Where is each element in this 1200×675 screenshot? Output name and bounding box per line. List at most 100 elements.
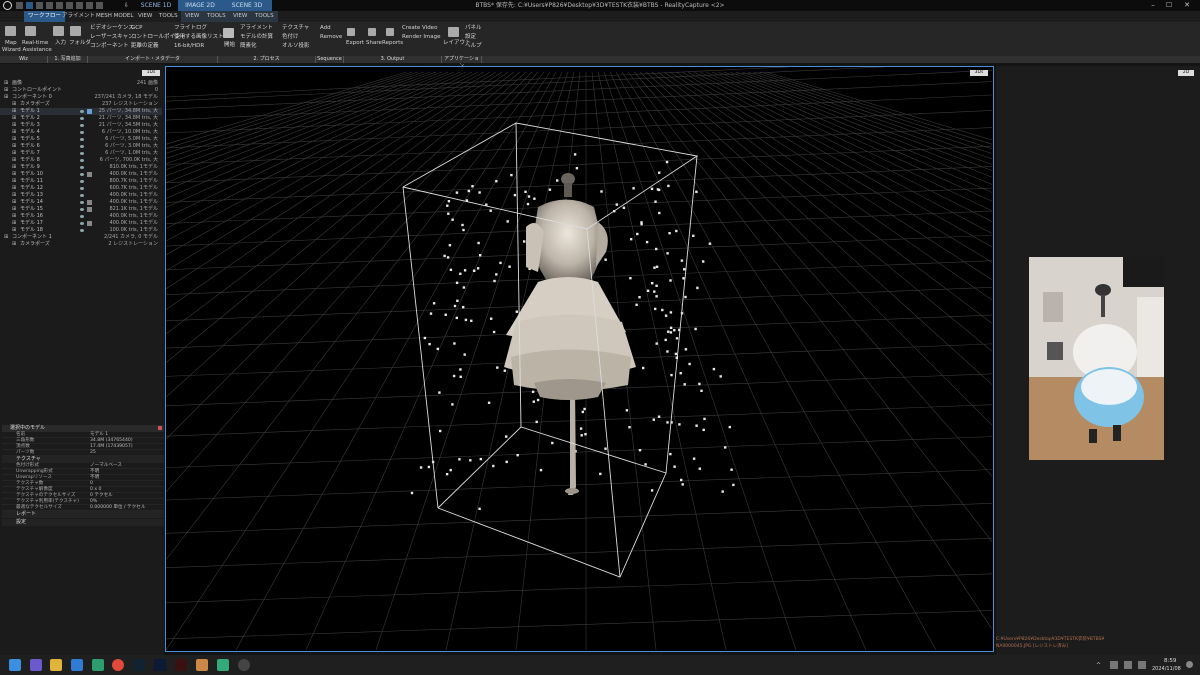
- folder-icon[interactable]: [70, 26, 81, 36]
- clock-date[interactable]: 2024/11/08: [1152, 666, 1181, 672]
- expand-icon[interactable]: ⊞: [12, 101, 16, 108]
- expand-icon[interactable]: ⊞: [12, 185, 16, 192]
- tree-row[interactable]: ⊞ モデル 1 25 パーツ, 34.8M tris, 大: [0, 108, 162, 115]
- realtime-label[interactable]: Real-time: [22, 40, 48, 47]
- viewport-canvas[interactable]: [166, 67, 992, 650]
- tree-row[interactable]: ⊞ モデル 5 6 パーツ, 5.0M tris, 大: [0, 136, 162, 143]
- visibility-eye-icon[interactable]: [80, 145, 84, 148]
- expand-icon[interactable]: ⊞: [12, 122, 16, 129]
- network-icon[interactable]: [1124, 661, 1132, 669]
- tree-row[interactable]: ⊞ コンポーネント 0 237/241 カメラ, 18 モデル: [0, 94, 162, 101]
- hdr-button[interactable]: 16-bit/HDR: [174, 43, 204, 50]
- expand-icon[interactable]: ⊞: [12, 213, 16, 220]
- tab-view-2[interactable]: VIEW: [181, 11, 204, 22]
- expand-icon[interactable]: ⊞: [12, 129, 16, 136]
- maximize-button[interactable]: ☐: [1162, 0, 1176, 11]
- render-image-button[interactable]: Render Image: [402, 34, 441, 41]
- ortho-projection-button[interactable]: オルソ投影: [282, 43, 310, 50]
- visibility-eye-icon[interactable]: [80, 187, 84, 190]
- expand-icon[interactable]: ⊞: [12, 164, 16, 171]
- tree-row[interactable]: ⊞ モデル 16 400.0K tris, 1モデル: [0, 213, 162, 220]
- visibility-eye-icon[interactable]: [80, 159, 84, 162]
- visibility-eye-icon[interactable]: [80, 166, 84, 169]
- realtime-icon[interactable]: [25, 26, 36, 36]
- tree-row[interactable]: ⊞ モデル 2 21 パーツ, 34.8M tris, 大: [0, 115, 162, 122]
- simplify-button[interactable]: 簡素化: [240, 43, 257, 50]
- reports-icon[interactable]: [386, 28, 394, 36]
- visibility-eye-icon[interactable]: [80, 124, 84, 127]
- input-button[interactable]: 入力: [55, 40, 66, 47]
- expand-icon[interactable]: ⊞: [12, 136, 16, 143]
- tab-tools-1[interactable]: TOOLS: [155, 11, 182, 22]
- tab-view-3[interactable]: VIEW: [229, 11, 252, 22]
- realitycapture-taskbar-icon[interactable]: [238, 659, 250, 671]
- chrome-icon[interactable]: [112, 659, 124, 671]
- panel-button[interactable]: パネル: [465, 25, 482, 32]
- tree-row[interactable]: ⊞ モデル 12 600.7K tris, 1モデル: [0, 185, 162, 192]
- report-section-header[interactable]: レポート: [2, 511, 164, 518]
- visibility-eye-icon[interactable]: [80, 222, 84, 225]
- panel-badge-1ds[interactable]: 1Ds: [142, 70, 160, 76]
- settings-section-header[interactable]: 設定: [2, 519, 164, 526]
- map-label[interactable]: Map: [5, 40, 17, 47]
- visibility-eye-icon[interactable]: [80, 152, 84, 155]
- laser-scan-button[interactable]: レーザースキャン: [90, 34, 134, 41]
- tree-row[interactable]: ⊞ カメラポーズ 2 レジストレーション: [0, 241, 162, 248]
- visibility-eye-icon[interactable]: [80, 194, 84, 197]
- flight-log-button[interactable]: フライトログ: [174, 25, 207, 32]
- tree-row[interactable]: ⊞ モデル 14 400.0K tris, 1モデル: [0, 199, 162, 206]
- tree-row[interactable]: ⊞ コンポーネント 1 2/241 カメラ, 0 モデル: [0, 234, 162, 241]
- expand-icon[interactable]: ⊞: [12, 227, 16, 234]
- map-icon[interactable]: [5, 26, 16, 36]
- folder-button[interactable]: フォルダ: [69, 40, 91, 47]
- tree-row[interactable]: ⊞ カメラポーズ 237 レジストレーション: [0, 101, 162, 108]
- expand-icon[interactable]: ⊞: [4, 80, 8, 87]
- calculate-model-button[interactable]: モデルの計算: [240, 34, 273, 41]
- expand-icon[interactable]: ⊞: [12, 199, 16, 206]
- tree-row[interactable]: ⊞ モデル 11 800.7K tris, 1モデル: [0, 178, 162, 185]
- start-icon[interactable]: [223, 28, 234, 38]
- expand-icon[interactable]: ⊞: [12, 171, 16, 178]
- tab-tools-3[interactable]: TOOLS: [251, 11, 278, 22]
- tree-row[interactable]: ⊞ モデル 18 100.0K tris, 1モデル: [0, 227, 162, 234]
- edge-alt-icon[interactable]: [92, 659, 104, 671]
- expand-icon[interactable]: ⊞: [12, 206, 16, 213]
- input-icon[interactable]: [53, 26, 64, 36]
- settings-button[interactable]: 設定: [465, 34, 476, 41]
- tree-row[interactable]: ⊞ モデル 3 21 パーツ, 34.5M tris, 大: [0, 122, 162, 129]
- tree-row[interactable]: ⊞ コントロールポイント 0: [0, 87, 162, 94]
- lightroom-icon[interactable]: [133, 659, 145, 671]
- photos-icon[interactable]: [217, 659, 229, 671]
- remove-button[interactable]: Remove: [320, 34, 342, 41]
- share-icon[interactable]: [368, 28, 376, 36]
- tab-mesh-model[interactable]: MESH MODEL: [92, 11, 137, 22]
- volume-icon[interactable]: [1138, 661, 1146, 669]
- illustrator-icon[interactable]: [175, 659, 187, 671]
- notification-icon[interactable]: [1186, 661, 1193, 668]
- visibility-eye-icon[interactable]: [80, 229, 84, 232]
- tree-row[interactable]: ⊞ モデル 8 6 パーツ, 700.0K tris, 大: [0, 157, 162, 164]
- export-icon[interactable]: [347, 28, 355, 36]
- expand-icon[interactable]: ⊞: [12, 220, 16, 227]
- start-menu-icon[interactable]: [9, 659, 21, 671]
- close-button[interactable]: ✕: [1180, 0, 1194, 11]
- file-explorer-icon[interactable]: [50, 659, 62, 671]
- tree-row[interactable]: ⊞ モデル 7 6 パーツ, 1.0M tris, 大: [0, 150, 162, 157]
- component-button[interactable]: コンポーネント: [90, 43, 129, 50]
- alignment-button[interactable]: アライメント: [240, 25, 273, 32]
- texture-section-header[interactable]: テクスチャ: [2, 456, 164, 463]
- reports-button[interactable]: Reports: [382, 40, 403, 47]
- clock-time[interactable]: 8:59: [1164, 658, 1176, 664]
- visibility-eye-icon[interactable]: [80, 180, 84, 183]
- expand-icon[interactable]: ⊞: [12, 192, 16, 199]
- visibility-eye-icon[interactable]: [80, 138, 84, 141]
- share-button[interactable]: Share: [366, 40, 382, 47]
- visibility-eye-icon[interactable]: [80, 173, 84, 176]
- expand-icon[interactable]: ⊞: [12, 150, 16, 157]
- tree-row[interactable]: ⊞ モデル 9 810.0K tris, 1モデル: [0, 164, 162, 171]
- reconstructed-dress-model[interactable]: [504, 173, 636, 495]
- image-list-button[interactable]: 使用する画像リスト: [174, 34, 224, 41]
- expand-icon[interactable]: ⊞: [4, 94, 8, 101]
- close-icon[interactable]: [158, 426, 162, 430]
- expand-icon[interactable]: ⊞: [12, 157, 16, 164]
